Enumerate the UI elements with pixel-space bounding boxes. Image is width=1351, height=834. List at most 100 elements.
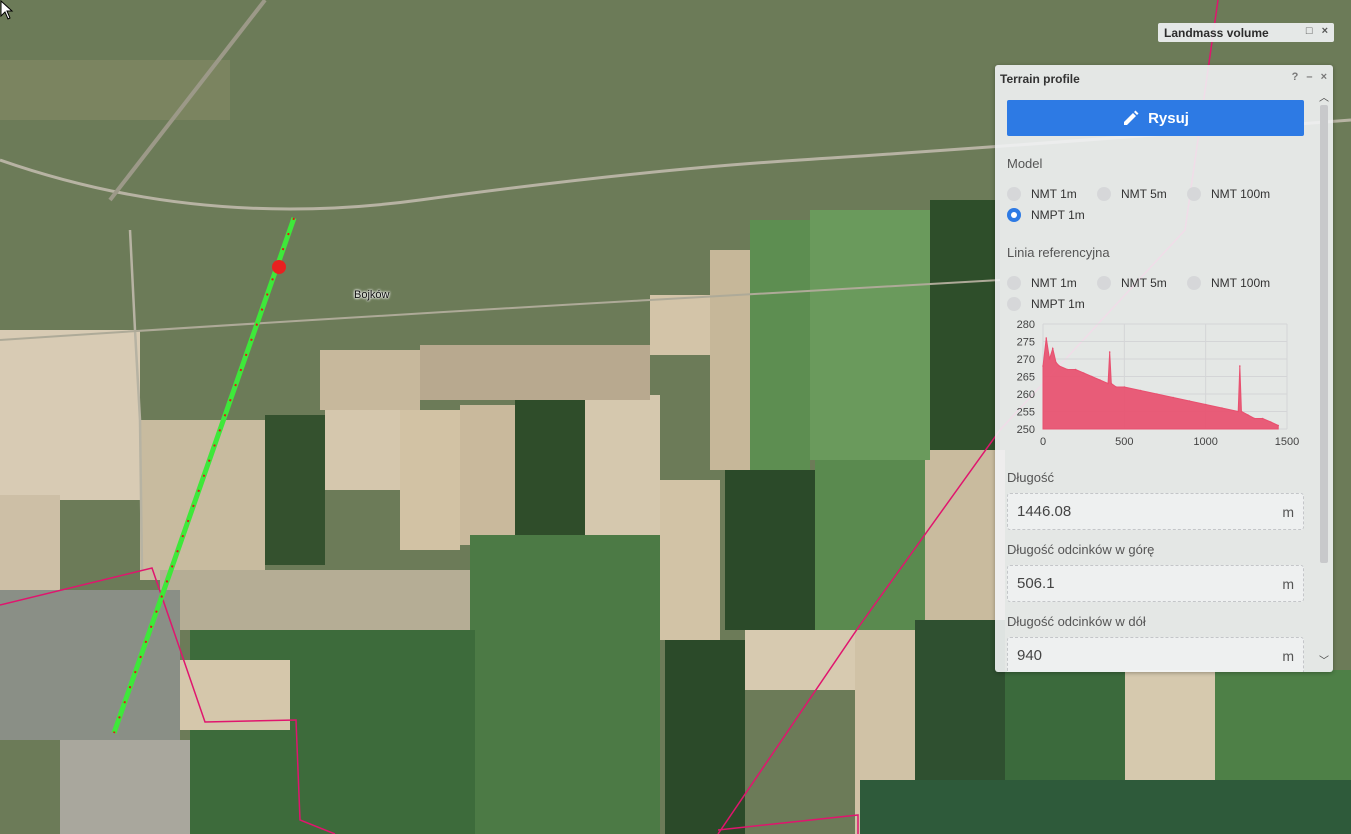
- x-tick-label: 0: [1040, 436, 1046, 448]
- x-tick-label: 500: [1115, 436, 1133, 448]
- reference-option-nmpt-1m[interactable]: NMPT 1m: [1007, 293, 1097, 314]
- terrain-profile-chart[interactable]: 280 275 270 265 260 255 250 0 500 1000 1500: [1007, 318, 1304, 458]
- x-tick-label: 1500: [1275, 436, 1299, 448]
- radio-icon: [1007, 296, 1021, 311]
- y-tick-label: 275: [1017, 337, 1035, 349]
- draw-button[interactable]: Rysuj: [1007, 100, 1304, 136]
- close-icon[interactable]: ×: [1322, 25, 1328, 37]
- profile-point: [1188, 400, 1191, 402]
- y-tick-label: 250: [1017, 424, 1035, 436]
- radio-label: NMT 1m: [1031, 186, 1077, 201]
- length-value: 1446.08: [1017, 503, 1072, 520]
- radio-icon: [1007, 186, 1021, 201]
- profile-point: [1221, 407, 1223, 409]
- radio-icon: [1097, 186, 1111, 201]
- help-icon[interactable]: ?: [1292, 71, 1299, 83]
- draw-button-label: Rysuj: [1148, 109, 1189, 127]
- profile-point: [1139, 389, 1142, 392]
- radio-icon: [1187, 186, 1201, 201]
- profile-point: [1253, 417, 1256, 420]
- model-option-nmt-5m[interactable]: NMT 5m: [1097, 183, 1187, 204]
- profile-point: [1108, 351, 1111, 353]
- profile-point: [1269, 421, 1272, 423]
- scroll-up-icon[interactable]: ︿: [1319, 89, 1329, 104]
- profile-point: [1045, 337, 1048, 339]
- y-tick-label: 265: [1017, 372, 1035, 384]
- model-option-nmt-100m[interactable]: NMT 100m: [1187, 183, 1297, 204]
- profile-point: [1261, 417, 1264, 420]
- radio-label: NMT 5m: [1121, 186, 1167, 201]
- model-option-nmpt-1m[interactable]: NMPT 1m: [1007, 204, 1097, 225]
- radio-label: NMT 1m: [1031, 275, 1077, 290]
- mouse-cursor-icon: [0, 0, 14, 20]
- panel-scrollbar[interactable]: ︿ ﹀: [1319, 91, 1329, 669]
- profile-point: [1082, 372, 1085, 374]
- profile-point: [1042, 365, 1044, 367]
- length-down-field: 940 m: [1007, 637, 1304, 672]
- profile-point: [1247, 414, 1249, 416]
- profile-point: [1107, 382, 1109, 385]
- close-icon[interactable]: ×: [1321, 71, 1327, 83]
- y-tick-label: 260: [1017, 389, 1035, 401]
- length-up-field: 506.1 m: [1007, 565, 1304, 602]
- x-tick-label: 1000: [1193, 436, 1217, 448]
- profile-point: [1237, 410, 1239, 413]
- length-down-label: Długość odcinków w dół: [1007, 614, 1146, 629]
- profile-point: [1239, 365, 1241, 367]
- profile-position-marker[interactable]: [272, 260, 286, 274]
- scrollbar-thumb[interactable]: [1320, 105, 1328, 563]
- profile-point: [1156, 393, 1158, 395]
- reference-option-nmt-100m[interactable]: NMT 100m: [1187, 272, 1297, 293]
- profile-point: [1055, 361, 1057, 364]
- radio-label: NMPT 1m: [1031, 207, 1085, 222]
- model-radio-group: NMT 1m NMT 5m NMT 100m NMPT 1m: [1007, 183, 1319, 225]
- model-label: Model: [1007, 156, 1043, 171]
- profile-point: [1066, 368, 1069, 371]
- length-up-unit: m: [1282, 575, 1294, 592]
- profile-point: [1204, 403, 1207, 406]
- radio-label: NMT 100m: [1211, 275, 1271, 290]
- radio-label: NMT 5m: [1121, 275, 1167, 290]
- radio-label: NMT 100m: [1211, 186, 1271, 201]
- profile-point: [1048, 358, 1051, 360]
- length-field: 1446.08 m: [1007, 493, 1304, 530]
- landmass-volume-panel[interactable]: Landmass volume □ ×: [1158, 23, 1334, 42]
- radio-icon: [1187, 275, 1201, 290]
- profile-chart-svg: 280 275 270 265 260 255 250 0 500 1000 1500: [1017, 319, 1300, 448]
- minimize-icon[interactable]: –: [1306, 71, 1312, 83]
- pencil-icon: [1124, 110, 1139, 125]
- length-unit: m: [1282, 503, 1294, 520]
- y-tick-label: 255: [1017, 407, 1035, 419]
- panel-body: Rysuj Model NMT 1m NMT 5m NMT 100m NMPT …: [995, 91, 1319, 672]
- terrain-profile-panel: Terrain profile ? – × Rysuj Model NMT 1m…: [995, 65, 1333, 672]
- reference-line-label: Linia referencyjna: [1007, 245, 1110, 260]
- scroll-down-icon[interactable]: ﹀: [1319, 652, 1329, 667]
- radio-icon: [1007, 275, 1021, 290]
- model-option-nmt-1m[interactable]: NMT 1m: [1007, 183, 1097, 204]
- length-down-unit: m: [1282, 647, 1294, 664]
- length-down-value: 940: [1017, 647, 1043, 664]
- profile-point: [1091, 375, 1093, 378]
- profile-point: [1099, 379, 1101, 381]
- length-up-value: 506.1: [1017, 575, 1055, 592]
- profile-point: [1172, 396, 1174, 399]
- profile-point: [1240, 410, 1243, 413]
- radio-selected-icon: [1007, 207, 1021, 222]
- radio-label: NMPT 1m: [1031, 296, 1085, 311]
- profile-point: [1110, 382, 1113, 385]
- reference-option-nmt-5m[interactable]: NMT 5m: [1097, 272, 1187, 293]
- landmass-volume-title: Landmass volume: [1164, 26, 1269, 40]
- y-tick-label: 270: [1017, 354, 1035, 366]
- profile-point: [1051, 347, 1054, 350]
- length-label: Długość: [1007, 470, 1054, 485]
- length-up-label: Długość odcinków w górę: [1007, 542, 1155, 557]
- reference-option-nmt-1m[interactable]: NMT 1m: [1007, 272, 1097, 293]
- profile-point: [1115, 386, 1117, 388]
- y-tick-label: 280: [1017, 319, 1035, 331]
- profile-point: [1277, 424, 1280, 427]
- radio-icon: [1097, 275, 1111, 290]
- maximize-icon[interactable]: □: [1306, 25, 1313, 37]
- panel-title: Terrain profile: [1000, 72, 1080, 86]
- panel-header[interactable]: Terrain profile ? – ×: [995, 65, 1333, 91]
- profile-point: [1074, 368, 1077, 371]
